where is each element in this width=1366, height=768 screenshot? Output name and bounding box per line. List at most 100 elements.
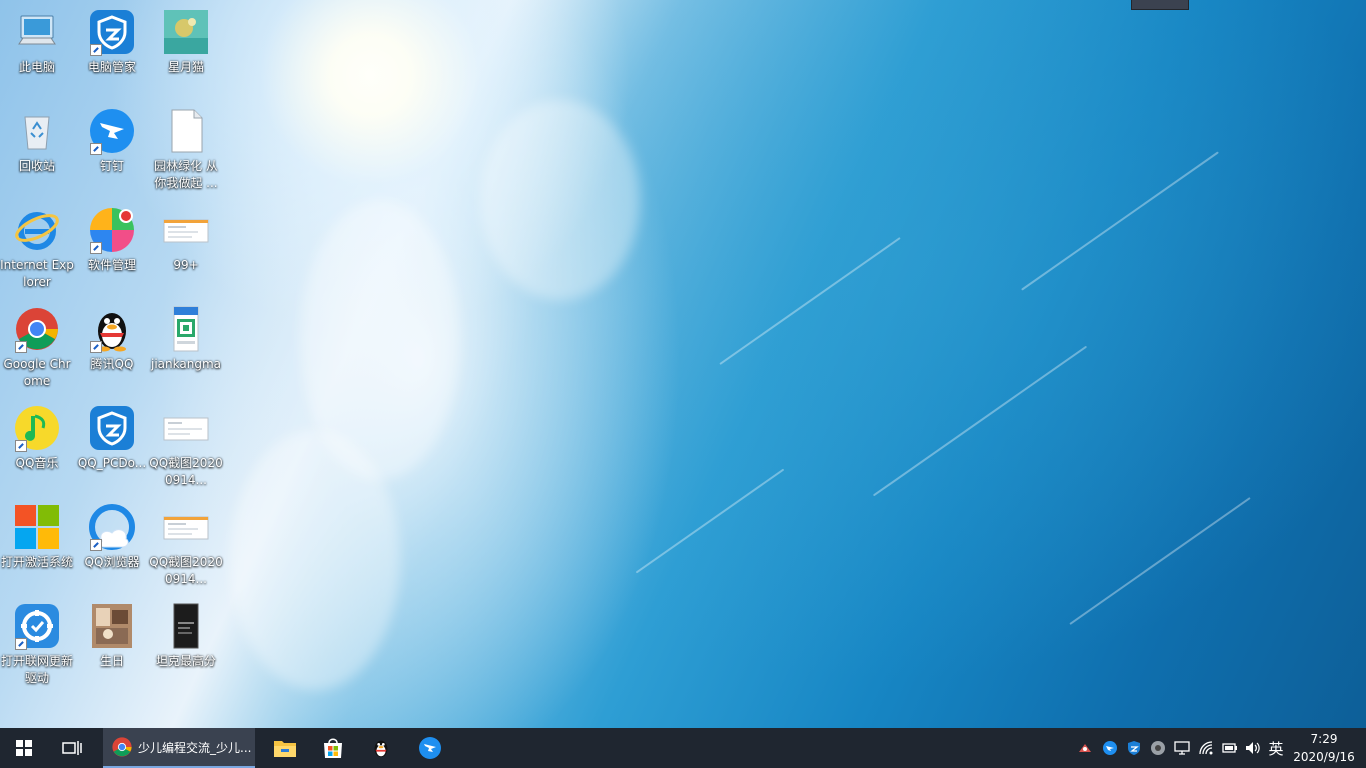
file-explorer-icon: [274, 741, 296, 757]
chrome-icon: [112, 737, 132, 757]
dingtalk-icon: [419, 737, 441, 759]
wave-streak: [1069, 497, 1251, 625]
icon-label: jiankangma: [151, 357, 221, 371]
icon-label: 电脑管家: [87, 60, 136, 74]
desktop-icon-this-pc[interactable]: 此电脑: [0, 4, 74, 76]
qq-penguin-icon: [374, 740, 388, 758]
clock-time: 7:29: [1310, 732, 1338, 746]
icon-label: QQ音乐: [15, 456, 59, 470]
icon-label: 打开激活系统: [0, 555, 73, 569]
icon-label: 此电脑: [18, 60, 55, 74]
wave-streak: [1021, 151, 1219, 291]
icon-label: 回收站: [18, 159, 55, 173]
dingtalk-icon: [88, 107, 136, 155]
wifi-icon[interactable]: [1198, 740, 1214, 756]
desktop-icon-qq-screenshot-1[interactable]: QQ截图20200914...: [149, 400, 223, 489]
desktop-icon-99plus[interactable]: 99+: [149, 202, 223, 274]
shortcut-arrow-icon: [90, 242, 102, 254]
taskbar-file-explorer[interactable]: [262, 728, 308, 768]
windows-start-icon: [16, 740, 32, 756]
document-icon: [162, 107, 210, 155]
audio-card-icon[interactable]: [1150, 740, 1166, 756]
shortcut-arrow-icon: [15, 440, 27, 452]
desktop-icon-xingyuemao[interactable]: 星月猫: [149, 4, 223, 76]
wave-spray: [480, 100, 640, 300]
wave-streak: [635, 468, 785, 574]
ime-indicator[interactable]: 英: [1266, 738, 1286, 759]
start-button[interactable]: [0, 728, 48, 768]
security-app-icon[interactable]: [1077, 740, 1093, 756]
battery-icon[interactable]: [1222, 740, 1238, 756]
desktop-background: 此电脑 回收站 Internet Explorer Google Chrome …: [0, 0, 1366, 728]
desktop-icon-qq-screenshot-2[interactable]: QQ截图20200914...: [149, 499, 223, 588]
wave-spray: [230, 430, 400, 690]
clock[interactable]: 7:29 2020/9/16: [1292, 730, 1356, 766]
tencent-pc-manager-icon: [88, 8, 136, 56]
photo-file-icon: [88, 602, 136, 650]
desktop-icon-qq-browser[interactable]: QQ浏览器: [75, 499, 149, 571]
qr-image-icon: [162, 305, 210, 353]
shortcut-arrow-icon: [90, 539, 102, 551]
desktop-icon-recycle-bin[interactable]: 回收站: [0, 103, 74, 175]
desktop-icon-tank-highscore[interactable]: 坦克最高分: [149, 598, 223, 670]
icon-label: QQ_PCDo...: [77, 456, 147, 470]
wave-streak: [719, 237, 901, 365]
display-icon[interactable]: [1174, 740, 1190, 756]
icon-label: QQ截图20200914...: [149, 555, 223, 586]
pc-manager-shield-icon: [88, 404, 136, 452]
clock-date: 2020/9/16: [1293, 750, 1355, 764]
shortcut-arrow-icon: [15, 341, 27, 353]
pc-manager-tray-icon[interactable]: [1126, 740, 1142, 756]
icon-label: 生日: [99, 654, 124, 668]
volume-icon[interactable]: [1245, 740, 1261, 756]
screenshot-file-icon: [162, 206, 210, 254]
dark-image-icon: [162, 602, 210, 650]
icon-label: 99+: [173, 258, 199, 272]
icon-label: QQ截图20200914...: [149, 456, 223, 487]
desktop-icon-qq-music[interactable]: QQ音乐: [0, 400, 74, 472]
computer-icon: [13, 8, 61, 56]
windows-logo-icon: [13, 503, 61, 551]
desktop-icon-google-chrome[interactable]: Google Chrome: [0, 301, 74, 390]
recycle-bin-icon: [13, 107, 61, 155]
taskbar-qq[interactable]: [358, 728, 404, 768]
icon-label: 星月猫: [167, 60, 204, 74]
shortcut-arrow-icon: [90, 143, 102, 155]
shortcut-arrow-icon: [15, 638, 27, 650]
desktop-icon-birthday[interactable]: 生日: [75, 598, 149, 670]
desktop-icon-software-manager[interactable]: 软件管理: [75, 202, 149, 274]
desktop-icon-tencent-qq[interactable]: 腾讯QQ: [75, 301, 149, 373]
taskbar-app-chrome[interactable]: 少儿编程交流_少儿...: [103, 728, 255, 768]
taskbar: 少儿编程交流_少儿... 英 7:29 2020/9/16: [0, 728, 1366, 768]
software-manager-icon: [88, 206, 136, 254]
desktop-icon-qq-pcdo[interactable]: QQ_PCDo...: [75, 400, 149, 472]
dingtalk-tray-icon[interactable]: [1102, 740, 1118, 756]
wave-streak: [872, 345, 1088, 497]
desktop-icon-garden-doc[interactable]: 园林绿化 从你我做起 ...: [149, 103, 223, 192]
icon-label: QQ浏览器: [84, 555, 140, 569]
desktop-icon-dingtalk[interactable]: 钉钉: [75, 103, 149, 175]
microsoft-store-icon: [324, 738, 342, 758]
driver-update-icon: [13, 602, 61, 650]
screenshot-file-icon: [162, 503, 210, 551]
desktop-icon-internet-explorer[interactable]: Internet Explorer: [0, 202, 74, 291]
task-view-button[interactable]: [48, 728, 96, 768]
icon-label: Internet Explorer: [0, 258, 74, 289]
desktop-icon-jiankangma[interactable]: jiankangma: [149, 301, 223, 373]
icon-label: 园林绿化 从你我做起 ...: [154, 159, 218, 190]
qq-browser-icon: [88, 503, 136, 551]
icon-label: 腾讯QQ: [90, 357, 134, 371]
icon-label: 钉钉: [99, 159, 124, 173]
floating-widget[interactable]: [1131, 0, 1189, 10]
taskbar-dingtalk[interactable]: [407, 728, 453, 768]
chrome-icon: [13, 305, 61, 353]
desktop-icon-activate-system[interactable]: 打开激活系统: [0, 499, 74, 571]
image-file-icon: [162, 8, 210, 56]
internet-explorer-icon: [13, 206, 61, 254]
taskbar-microsoft-store[interactable]: [310, 728, 356, 768]
shortcut-arrow-icon: [90, 44, 102, 56]
desktop-icon-driver-update[interactable]: 打开联网更新驱动: [0, 598, 74, 687]
screenshot-file-icon: [162, 404, 210, 452]
desktop-icon-pc-manager[interactable]: 电脑管家: [75, 4, 149, 76]
icon-label: 软件管理: [87, 258, 136, 272]
